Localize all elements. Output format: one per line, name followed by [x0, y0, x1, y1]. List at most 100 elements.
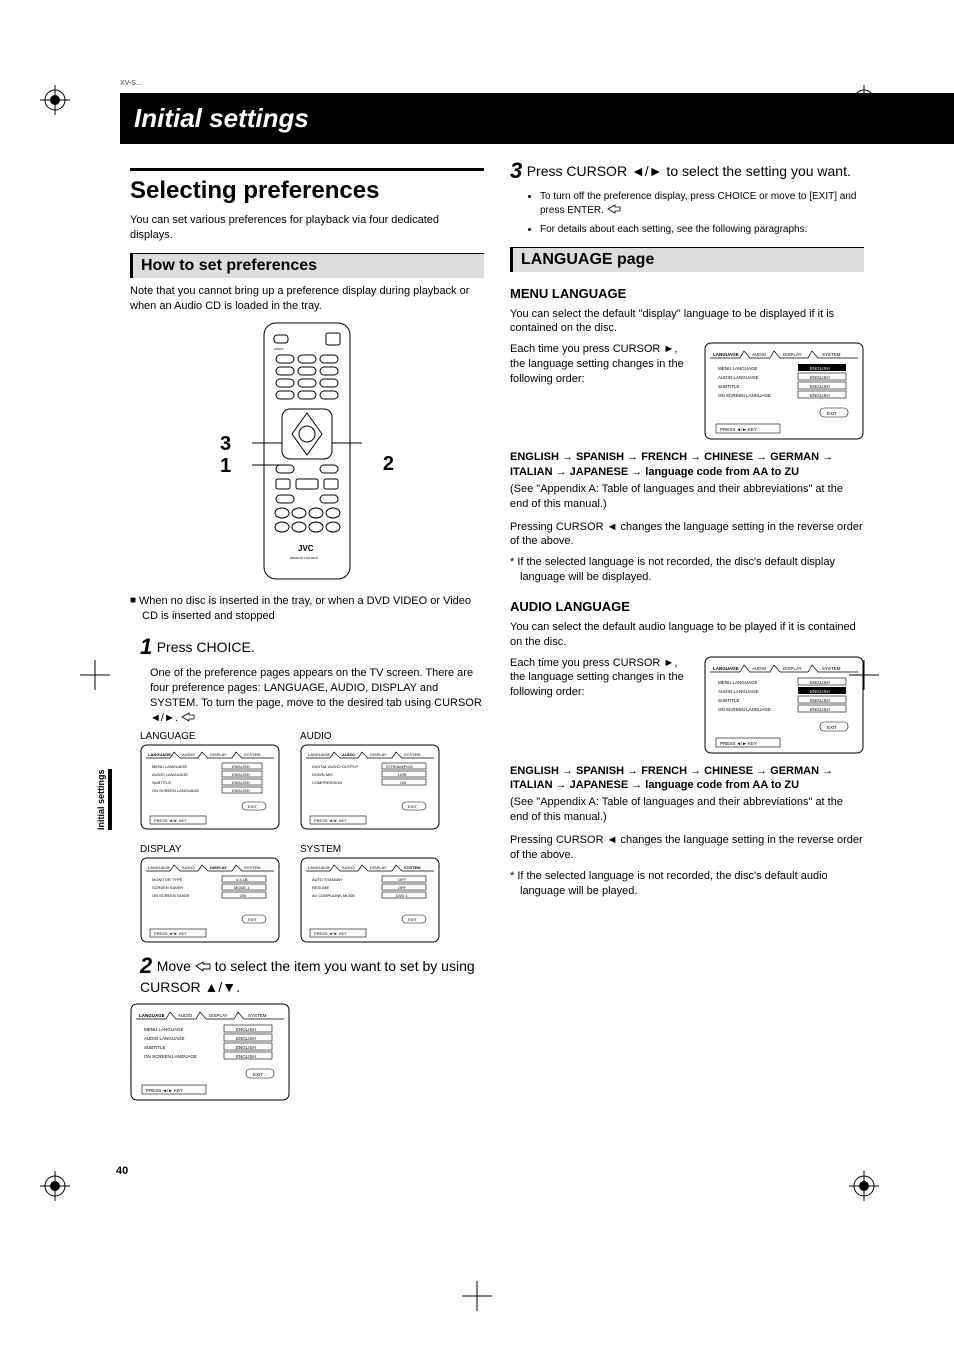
- svg-text:4:3 LB: 4:3 LB: [236, 877, 248, 882]
- svg-text:LANGUAGE: LANGUAGE: [139, 1013, 165, 1018]
- audio-reverse: Pressing CURSOR ◄ changes the language s…: [510, 833, 864, 863]
- svg-text:REMOTE CONTROL: REMOTE CONTROL: [290, 556, 319, 560]
- svg-text:DISPLAY: DISPLAY: [210, 752, 227, 757]
- menu-language-p2: Each time you press CURSOR ►, the langua…: [510, 342, 690, 387]
- svg-text:SUBTITLE: SUBTITLE: [718, 698, 740, 703]
- step-1-desc: One of the preference pages appears on t…: [150, 666, 484, 725]
- subhead-how-to: How to set preferences: [130, 253, 484, 278]
- svg-text:PRESS ◄/► KEY: PRESS ◄/► KEY: [720, 741, 757, 746]
- svg-text:DISPLAY: DISPLAY: [370, 752, 387, 757]
- language-see: (See "Appendix A: Table of languages and…: [510, 482, 864, 512]
- osd-screen-icon: LANGUAGEAUDIODISPLAYSYSTEM MENU LANGUAGE…: [704, 656, 864, 754]
- crop-mark-icon: [849, 1171, 879, 1201]
- left-column: Selecting preferences You can set variou…: [130, 154, 484, 1101]
- svg-text:ENGLISH: ENGLISH: [810, 375, 830, 380]
- svg-text:MENU LANGUAGE: MENU LANGUAGE: [152, 764, 187, 769]
- svg-text:SYSTEM: SYSTEM: [822, 352, 841, 357]
- svg-text:EXIT: EXIT: [248, 804, 257, 809]
- osd-screen-icon: LANGUAGEAUDIODISPLAYSYSTEM MENU LANGUAGE…: [704, 342, 864, 440]
- language-footnote: * If the selected language is not record…: [510, 555, 864, 585]
- osd-label: DISPLAY: [140, 844, 280, 855]
- step-3: 3 Press CURSOR ◄/► to select the setting…: [510, 158, 864, 184]
- svg-text:OFF: OFF: [398, 885, 407, 890]
- menu-language-p1: You can select the default "display" lan…: [510, 307, 864, 337]
- bullet-square: ■ When no disc is inserted in the tray, …: [130, 594, 484, 624]
- svg-text:EXIT: EXIT: [408, 917, 417, 922]
- svg-text:SYSTEM: SYSTEM: [244, 865, 260, 870]
- svg-text:ENGLISH: ENGLISH: [236, 1027, 256, 1032]
- svg-text:MODE 1: MODE 1: [234, 885, 250, 890]
- svg-text:EXIT: EXIT: [827, 411, 837, 416]
- svg-text:EXIT: EXIT: [253, 1072, 263, 1077]
- svg-text:SUBTITLE: SUBTITLE: [144, 1045, 166, 1050]
- bullet: To turn off the preference display, pres…: [540, 190, 864, 217]
- svg-text:OFF: OFF: [398, 877, 407, 882]
- svg-text:PRESS ◄/► KEY: PRESS ◄/► KEY: [154, 931, 187, 936]
- osd-language: LANGUAGE LANGUAGEAUDIODISPLAYSYSTEM MENU…: [140, 731, 280, 830]
- svg-text:LANGUAGE: LANGUAGE: [713, 352, 739, 357]
- osd-screen-icon: LANGUAGEAUDIODISPLAYSYSTEM DIGITAL AUDIO…: [300, 744, 440, 830]
- svg-text:JVC: JVC: [298, 544, 314, 553]
- svg-text:SUBTITLE: SUBTITLE: [152, 780, 171, 785]
- step-text: Press CHOICE.: [157, 639, 255, 655]
- svg-text:STREAM/PCM: STREAM/PCM: [386, 764, 413, 769]
- svg-text:AUDIO LANGUAGE: AUDIO LANGUAGE: [152, 772, 188, 777]
- svg-text:RESUME: RESUME: [312, 885, 329, 890]
- osd-label: AUDIO: [300, 731, 440, 742]
- svg-text:ENGLISH: ENGLISH: [232, 764, 250, 769]
- svg-text:ENGLISH: ENGLISH: [236, 1054, 256, 1059]
- section-heading: Selecting preferences: [130, 177, 484, 205]
- band-title: Initial settings: [134, 103, 940, 134]
- svg-text:ENGLISH: ENGLISH: [810, 366, 830, 371]
- svg-text:ENGLISH: ENGLISH: [810, 707, 830, 712]
- svg-text:ON SCREEN LANGUAGE: ON SCREEN LANGUAGE: [144, 1054, 197, 1059]
- svg-text:MENU LANGUAGE: MENU LANGUAGE: [718, 366, 758, 371]
- svg-text:DVD 1: DVD 1: [396, 893, 409, 898]
- svg-text:ENGLISH: ENGLISH: [810, 393, 830, 398]
- osd-screen-icon: LANGUAGEAUDIODISPLAYSYSTEM MENU LANGUAGE…: [130, 1003, 290, 1101]
- osd-system: SYSTEM LANGUAGEAUDIODISPLAYSYSTEM AUTO S…: [300, 844, 440, 943]
- svg-text:EXIT: EXIT: [248, 917, 257, 922]
- intro-text: You can set various preferences for play…: [130, 213, 484, 243]
- audio-language-heading: AUDIO LANGUAGE: [510, 599, 864, 614]
- svg-text:DISPLAY: DISPLAY: [783, 666, 802, 671]
- svg-text:COMPRESSION: COMPRESSION: [312, 780, 342, 785]
- svg-text:AUDIO: AUDIO: [178, 1013, 193, 1018]
- remote-icon: OPEN/: [252, 321, 362, 581]
- menu-language-row: Each time you press CURSOR ►, the langua…: [510, 342, 864, 440]
- callout-2: 2: [383, 453, 394, 476]
- svg-text:SYSTEM: SYSTEM: [248, 1013, 267, 1018]
- svg-text:ON SCREEN LANGUAGE: ON SCREEN LANGUAGE: [152, 788, 199, 793]
- cursor-hand-icon: [195, 961, 211, 972]
- svg-text:AUDIO: AUDIO: [342, 752, 355, 757]
- callout-1: 1: [220, 455, 231, 478]
- language-reverse: Pressing CURSOR ◄ changes the language s…: [510, 520, 864, 550]
- svg-text:ENGLISH: ENGLISH: [810, 680, 830, 685]
- svg-text:ENGLISH: ENGLISH: [810, 698, 830, 703]
- svg-text:AUDIO LANGUAGE: AUDIO LANGUAGE: [718, 375, 759, 380]
- svg-text:EXIT: EXIT: [408, 804, 417, 809]
- svg-text:DIGITAL AUDIO OUTPUT: DIGITAL AUDIO OUTPUT: [312, 764, 359, 769]
- language-chain: ENGLISH → SPANISH → FRENCH → CHINESE → G…: [510, 450, 864, 480]
- svg-text:SCREEN SAVER: SCREEN SAVER: [152, 885, 183, 890]
- audio-chain: ENGLISH → SPANISH → FRENCH → CHINESE → G…: [510, 764, 864, 794]
- osd-audio: AUDIO LANGUAGEAUDIODISPLAYSYSTEM DIGITAL…: [300, 731, 440, 830]
- svg-text:ENGLISH: ENGLISH: [232, 788, 250, 793]
- side-tab: Initial settings: [96, 769, 112, 830]
- osd-display: DISPLAY LANGUAGEAUDIODISPLAYSYSTEM MONIT…: [140, 844, 280, 943]
- svg-text:ON SCREEN LANGUAGE: ON SCREEN LANGUAGE: [718, 707, 771, 712]
- step-1: 1 Press CHOICE.: [140, 634, 484, 660]
- crop-mark-icon: [40, 1171, 70, 1201]
- cursor-hand-icon: [607, 204, 621, 214]
- page: Initial settings 40 XV-S... Initial sett…: [0, 0, 954, 1351]
- svg-text:SYSTEM: SYSTEM: [244, 752, 260, 757]
- svg-text:LANGUAGE: LANGUAGE: [148, 752, 171, 757]
- svg-text:DISPLAY: DISPLAY: [210, 865, 227, 870]
- step-number: 2: [140, 953, 152, 978]
- svg-text:SUBTITLE: SUBTITLE: [718, 384, 740, 389]
- osd-label: LANGUAGE: [140, 731, 280, 742]
- crop-mark-icon: [849, 660, 879, 690]
- right-column: 3 Press CURSOR ◄/► to select the setting…: [510, 154, 864, 1101]
- bullet: For details about each setting, see the …: [540, 223, 864, 237]
- crop-mark-icon: [40, 85, 70, 115]
